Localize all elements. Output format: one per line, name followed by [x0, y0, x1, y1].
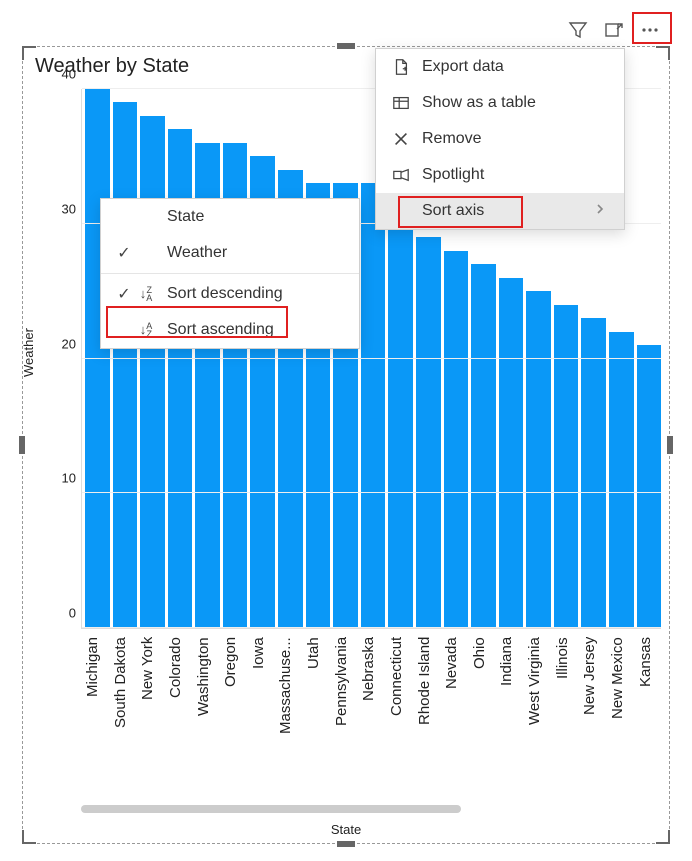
bar[interactable] [471, 264, 496, 628]
more-options-menu: Export data Show as a table Remove Spotligh… [375, 48, 625, 230]
resize-handle-top[interactable] [337, 43, 355, 49]
submenu-item-label: Sort descending [157, 285, 283, 303]
resize-handle-bottom[interactable] [337, 841, 355, 847]
bar[interactable] [361, 183, 386, 628]
y-tick-label: 0 [52, 606, 76, 621]
menu-item-export-data[interactable]: Export data [376, 49, 624, 85]
submenu-item-sort-ascending[interactable]: ↓AZSort ascending [101, 312, 359, 348]
submenu-item-state[interactable]: State [101, 199, 359, 235]
table-icon [388, 94, 414, 112]
resize-handle-right[interactable] [667, 436, 673, 454]
menu-item-label: Spotlight [422, 166, 484, 184]
more-options-icon[interactable] [638, 18, 662, 42]
menu-item-show-as-a-table[interactable]: Show as a table [376, 85, 624, 121]
bar[interactable] [388, 224, 413, 628]
bar[interactable] [85, 89, 110, 628]
menu-item-remove[interactable]: Remove [376, 121, 624, 157]
remove-icon [388, 130, 414, 148]
x-tick-label: Nevada [443, 637, 468, 787]
bar[interactable] [416, 237, 441, 628]
filter-icon[interactable] [566, 18, 590, 42]
x-tick-label: New Mexico [609, 637, 634, 787]
x-tick-label: Rhode Island [416, 637, 441, 787]
x-tick-label: Ohio [471, 637, 496, 787]
y-axis-label: Weather [21, 328, 36, 377]
bar[interactable] [609, 332, 634, 628]
menu-item-sort-axis[interactable]: Sort axis [376, 193, 624, 229]
submenu-item-label: Sort ascending [157, 321, 274, 339]
resize-handle-bl[interactable] [22, 830, 36, 844]
bar[interactable] [526, 291, 551, 628]
x-tick-label: Michigan [84, 637, 109, 787]
submenu-item-weather[interactable]: ✓ Weather [101, 235, 359, 271]
x-tick-label: Oregon [222, 637, 247, 787]
x-tick-label: Iowa [250, 637, 275, 787]
resize-handle-left[interactable] [19, 436, 25, 454]
sort-axis-submenu: State✓Weather✓↓ZASort descending↓AZSort … [100, 198, 360, 349]
x-tick-label: Massachuse... [277, 637, 302, 787]
menu-separator [101, 273, 359, 274]
menu-item-label: Remove [422, 130, 482, 148]
x-tick-label: Utah [305, 637, 330, 787]
x-tick-label: New York [139, 637, 164, 787]
y-tick-label: 30 [52, 201, 76, 216]
x-tick-label: Nebraska [360, 637, 385, 787]
bar[interactable] [444, 251, 469, 628]
x-tick-label: Connecticut [388, 637, 413, 787]
x-tick-label: Pennsylvania [333, 637, 358, 787]
checkmark-icon: ✓ [113, 243, 135, 263]
chevron-right-icon [574, 202, 606, 220]
bar[interactable] [554, 305, 579, 628]
x-tick-label: Colorado [167, 637, 192, 787]
resize-handle-tl[interactable] [22, 46, 36, 60]
x-axis-label: State [331, 822, 361, 837]
y-tick-label: 40 [52, 67, 76, 82]
x-tick-label: South Dakota [112, 637, 137, 787]
x-tick-label: Indiana [498, 637, 523, 787]
menu-item-label: Sort axis [422, 202, 484, 220]
bar[interactable] [499, 278, 524, 628]
sort-desc-icon: ↓ZA [135, 286, 157, 303]
horizontal-scrollbar-thumb[interactable] [81, 805, 461, 813]
y-tick-label: 10 [52, 471, 76, 486]
bar[interactable] [113, 102, 138, 628]
x-tick-label: Washington [195, 637, 220, 787]
export-icon [388, 58, 414, 76]
x-tick-label: West Virginia [526, 637, 551, 787]
bar[interactable] [140, 116, 165, 628]
menu-item-label: Export data [422, 58, 504, 76]
resize-handle-br[interactable] [656, 830, 670, 844]
menu-item-label: Show as a table [422, 94, 536, 112]
y-tick-label: 20 [52, 336, 76, 351]
x-tick-label: Kansas [637, 637, 662, 787]
submenu-item-label: State [157, 208, 204, 226]
spotlight-icon [388, 166, 414, 184]
menu-item-spotlight[interactable]: Spotlight [376, 157, 624, 193]
submenu-item-label: Weather [157, 244, 227, 262]
submenu-item-sort-descending[interactable]: ✓↓ZASort descending [101, 276, 359, 312]
checkmark-icon: ✓ [113, 284, 135, 304]
horizontal-scrollbar-track[interactable] [81, 805, 661, 813]
resize-handle-tr[interactable] [656, 46, 670, 60]
focus-mode-icon[interactable] [602, 18, 626, 42]
bar[interactable] [637, 345, 662, 628]
sort-asc-icon: ↓AZ [135, 322, 157, 339]
bar[interactable] [581, 318, 606, 628]
x-tick-label: New Jersey [581, 637, 606, 787]
x-tick-label: Illinois [554, 637, 579, 787]
